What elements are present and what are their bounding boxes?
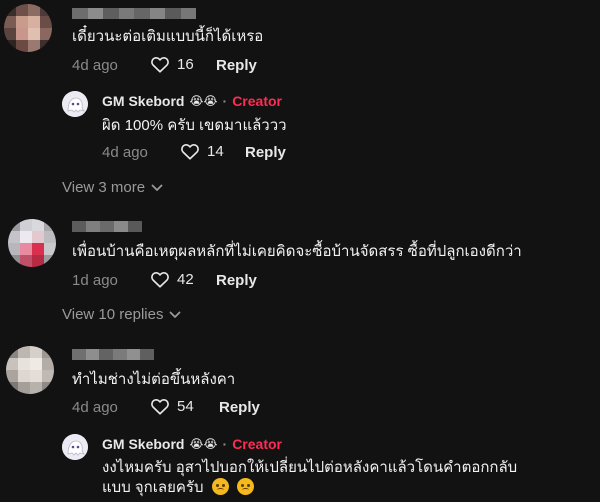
username-blurred[interactable] bbox=[72, 349, 155, 360]
crying-emoji: 😭😭 bbox=[189, 437, 218, 451]
avatar[interactable] bbox=[8, 219, 56, 267]
comment-time: 1d ago bbox=[72, 272, 118, 289]
avatar[interactable] bbox=[6, 346, 54, 394]
username-blurred[interactable] bbox=[72, 8, 196, 19]
sad-face-icon bbox=[211, 478, 229, 495]
creator-badge: Creator bbox=[232, 436, 282, 452]
comment-time: 4d ago bbox=[72, 399, 118, 416]
comment-text: เดี๋ยวนะต่อเติมแบบนี้ก็ได้เหรอ bbox=[72, 28, 264, 45]
like-button[interactable]: 42 bbox=[150, 270, 194, 288]
reply-text-line-2-label: แบบ จุกเลยครับ bbox=[102, 479, 204, 496]
like-button[interactable]: 16 bbox=[150, 55, 194, 73]
comment-text: เพื่อนบ้านคือเหตุผลหลักที่ไม่เคยคิดจะซื้… bbox=[72, 243, 522, 260]
chevron-down-icon bbox=[151, 184, 163, 191]
view-more-replies[interactable]: View 10 replies bbox=[62, 306, 181, 323]
like-count: 54 bbox=[177, 397, 194, 415]
reply-button[interactable]: Reply bbox=[219, 399, 260, 416]
like-count: 16 bbox=[177, 55, 194, 73]
like-count: 14 bbox=[207, 142, 224, 160]
reply-button[interactable]: Reply bbox=[216, 57, 257, 74]
ghost-avatar-icon bbox=[62, 434, 88, 460]
reply-time: 4d ago bbox=[102, 144, 148, 161]
sad-face-icon bbox=[236, 478, 254, 495]
reply-text-line-2: แบบ จุกเลยครับ bbox=[102, 478, 254, 498]
creator-username[interactable]: GM Skebord bbox=[102, 93, 184, 109]
heart-outline-icon bbox=[181, 144, 199, 160]
reply-text-line-1: งงไหมครับ อุสาไปบอกให้เปลี่ยนไปต่อหลังคา… bbox=[102, 459, 518, 476]
heart-outline-icon bbox=[151, 57, 169, 73]
reply-like-button[interactable]: 14 bbox=[180, 142, 224, 160]
comment-time: 4d ago bbox=[72, 57, 118, 74]
heart-outline-icon bbox=[151, 272, 169, 288]
view-more-replies[interactable]: View 3 more bbox=[62, 179, 163, 196]
comment-text: ทำไมช่างไม่ต่อขึ้นหลังคา bbox=[72, 371, 236, 388]
heart-outline-icon bbox=[151, 399, 169, 415]
crying-emoji: 😭😭 bbox=[189, 94, 218, 108]
separator: · bbox=[222, 93, 228, 109]
view-more-label: View 3 more bbox=[62, 179, 146, 196]
creator-username[interactable]: GM Skebord bbox=[102, 436, 184, 452]
like-button[interactable]: 54 bbox=[150, 397, 194, 415]
separator: · bbox=[222, 436, 228, 452]
username-blurred[interactable] bbox=[72, 221, 142, 232]
chevron-down-icon bbox=[170, 311, 181, 318]
ghost-avatar-icon bbox=[62, 91, 88, 117]
view-more-label: View 10 replies bbox=[62, 306, 164, 323]
reply-text: ผิด 100% ครับ เขดมาแล้ววว bbox=[102, 117, 287, 134]
creator-badge: Creator bbox=[232, 93, 282, 109]
reply-button[interactable]: Reply bbox=[216, 272, 257, 289]
like-count: 42 bbox=[177, 270, 194, 288]
creator-username-row[interactable]: GM Skebord 😭😭 · Creator bbox=[102, 436, 282, 452]
creator-avatar[interactable] bbox=[62, 91, 88, 117]
avatar[interactable] bbox=[4, 4, 52, 52]
reply-button[interactable]: Reply bbox=[245, 144, 286, 161]
creator-avatar[interactable] bbox=[62, 434, 88, 460]
creator-username-row[interactable]: GM Skebord 😭😭 · Creator bbox=[102, 93, 282, 109]
